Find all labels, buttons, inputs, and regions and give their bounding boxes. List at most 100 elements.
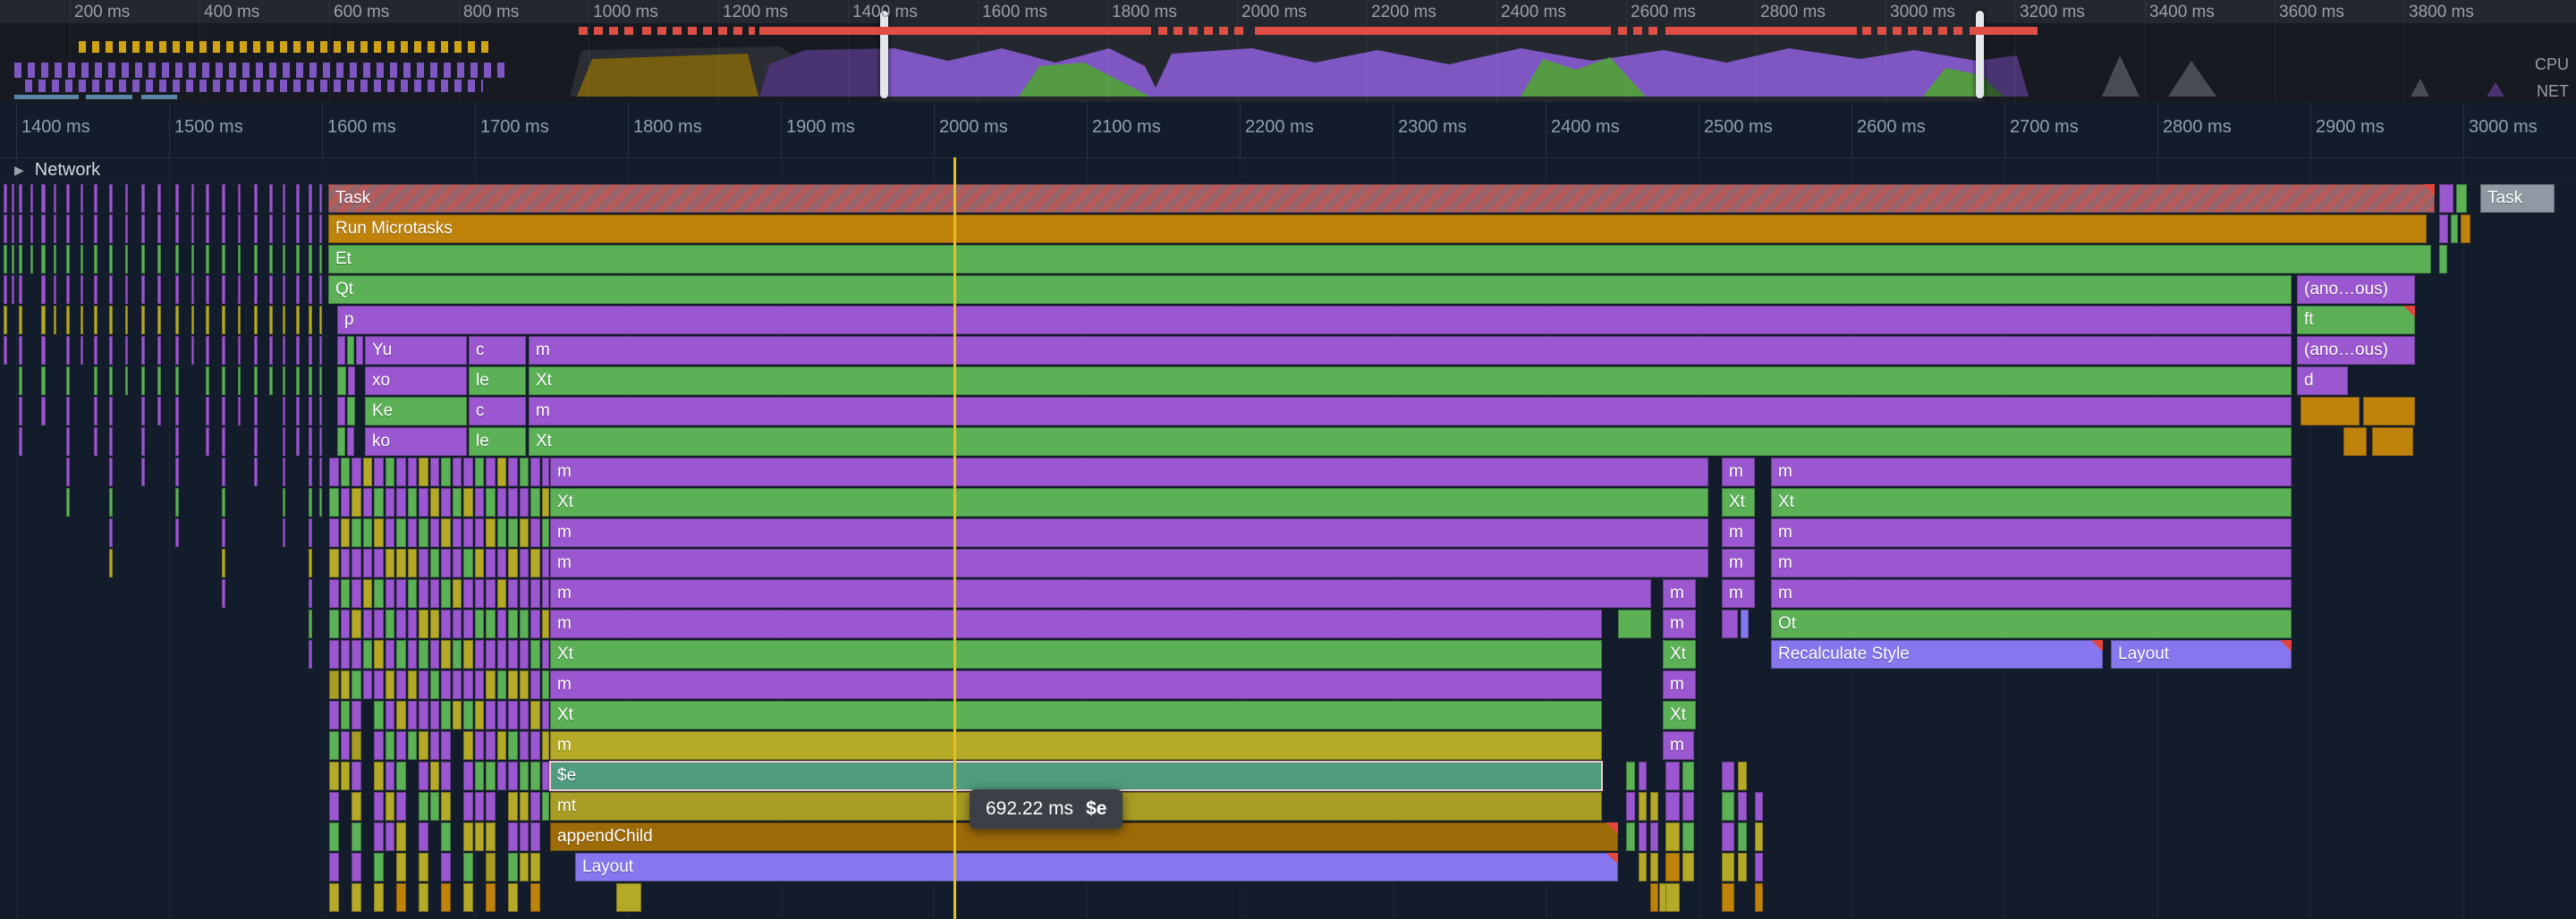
flame-sliver[interactable] — [441, 853, 451, 881]
flame-sliver[interactable] — [296, 336, 300, 365]
flame-sliver[interactable] — [66, 306, 70, 334]
flame-sliver[interactable] — [542, 731, 549, 760]
flame-sliver[interactable] — [419, 488, 428, 517]
flame-sliver[interactable] — [530, 579, 540, 608]
flame-sliver[interactable] — [419, 853, 428, 881]
flame-sliver[interactable] — [309, 610, 312, 638]
flame-sliver[interactable] — [296, 275, 300, 304]
flame-sliver[interactable] — [396, 610, 406, 638]
flame-sliver[interactable] — [269, 275, 273, 304]
flame-bar-recalculate-style[interactable]: Recalculate Style — [1771, 640, 2103, 669]
flame-sliver[interactable] — [475, 549, 484, 578]
flame-sliver[interactable] — [1639, 792, 1647, 821]
flame-sliver[interactable] — [109, 519, 113, 547]
flame-sliver[interactable] — [30, 215, 33, 243]
flame-sliver[interactable] — [508, 792, 518, 821]
flame-sliver[interactable] — [408, 458, 417, 486]
flame-sliver[interactable] — [352, 670, 361, 699]
flame-sliver[interactable] — [453, 640, 462, 669]
flame-sliver[interactable] — [374, 853, 384, 881]
flame-sliver[interactable] — [352, 853, 361, 881]
flame-sliver[interactable] — [475, 792, 484, 821]
flame-sliver[interactable] — [374, 488, 384, 517]
flame-sliver[interactable] — [486, 792, 496, 821]
flame-sliver[interactable] — [109, 397, 113, 426]
flame-bar-m[interactable]: m — [1771, 519, 2292, 547]
flame-sliver[interactable] — [80, 306, 83, 334]
flame-sliver[interactable] — [157, 245, 161, 274]
flame-sliver[interactable] — [175, 184, 179, 213]
flame-sliver[interactable] — [463, 670, 473, 699]
flame-sliver[interactable] — [157, 397, 161, 426]
flame-sliver[interactable] — [1639, 822, 1647, 851]
flame-sliver[interactable] — [175, 336, 179, 365]
flame-sliver[interactable] — [238, 336, 241, 365]
flame-sliver[interactable] — [1738, 762, 1747, 790]
flame-sliver[interactable] — [175, 397, 179, 426]
flame-sliver[interactable] — [542, 762, 549, 790]
flame-sliver[interactable] — [430, 579, 439, 608]
flame-sliver[interactable] — [520, 610, 529, 638]
flame-sliver[interactable] — [175, 215, 179, 243]
flame-sliver[interactable] — [374, 792, 384, 821]
flame-bar[interactable] — [337, 427, 345, 456]
flame-sliver[interactable] — [486, 519, 496, 547]
flame-sliver[interactable] — [475, 670, 484, 699]
flame-sliver[interactable] — [463, 853, 473, 881]
flame-bar[interactable] — [337, 336, 345, 365]
flame-sliver[interactable] — [542, 458, 549, 486]
flame-sliver[interactable] — [206, 397, 209, 426]
flame-sliver[interactable] — [206, 184, 209, 213]
flame-sliver[interactable] — [283, 275, 285, 304]
flame-sliver[interactable] — [497, 640, 506, 669]
flame-sliver[interactable] — [542, 640, 549, 669]
flame-sliver[interactable] — [94, 275, 97, 304]
flame-bar-m[interactable]: m — [550, 610, 1602, 638]
flame-sliver[interactable] — [30, 245, 33, 274]
flame-bar-le[interactable]: le — [469, 367, 526, 395]
flame-sliver[interactable] — [309, 336, 312, 365]
flame-sliver[interactable] — [175, 519, 179, 547]
flame-bar-run-microtasks[interactable]: Run Microtasks — [328, 215, 2427, 243]
flame-sliver[interactable] — [486, 701, 496, 729]
flame-sliver[interactable] — [475, 762, 484, 790]
flame-bar[interactable] — [2439, 215, 2448, 243]
flame-sliver[interactable] — [520, 488, 529, 517]
flame-sliver[interactable] — [508, 640, 518, 669]
flame-sliver[interactable] — [41, 306, 46, 334]
flame-sliver[interactable] — [238, 306, 241, 334]
flame-bar-m[interactable]: m — [1663, 610, 1696, 638]
flame-bar--ano-ous-[interactable]: (ano…ous) — [2297, 336, 2415, 365]
flame-sliver[interactable] — [386, 731, 394, 760]
flame-bar-$e[interactable]: $e — [550, 762, 1602, 790]
flame-sliver[interactable] — [396, 519, 406, 547]
flame-sliver[interactable] — [319, 245, 322, 274]
flame-sliver[interactable] — [1722, 762, 1734, 790]
flame-sliver[interactable] — [19, 367, 22, 395]
flame-sliver[interactable] — [352, 519, 361, 547]
flame-bar-xt[interactable]: Xt — [529, 367, 2292, 395]
flame-sliver[interactable] — [341, 610, 350, 638]
flame-sliver[interactable] — [396, 549, 406, 578]
flame-sliver[interactable] — [430, 701, 439, 729]
flame-sliver[interactable] — [341, 640, 350, 669]
flame-sliver[interactable] — [329, 792, 339, 821]
flame-sliver[interactable] — [175, 306, 179, 334]
flame-sliver[interactable] — [1755, 822, 1763, 851]
flame-bar[interactable] — [1722, 610, 1738, 638]
flame-sliver[interactable] — [430, 670, 439, 699]
flame-sliver[interactable] — [1665, 762, 1680, 790]
flame-sliver[interactable] — [329, 549, 339, 578]
flame-sliver[interactable] — [94, 245, 97, 274]
flame-bar[interactable] — [1741, 610, 1749, 638]
flame-sliver[interactable] — [341, 670, 350, 699]
flame-sliver[interactable] — [542, 701, 549, 729]
flame-bar[interactable] — [356, 336, 363, 365]
flame-bar-m[interactable]: m — [1722, 458, 1755, 486]
flame-bar-xt[interactable]: Xt — [1722, 488, 1755, 517]
flame-sliver[interactable] — [66, 245, 70, 274]
flame-sliver[interactable] — [475, 488, 484, 517]
flame-bar-m[interactable]: m — [1771, 549, 2292, 578]
flame-sliver[interactable] — [1738, 792, 1747, 821]
flame-sliver[interactable] — [191, 336, 194, 365]
